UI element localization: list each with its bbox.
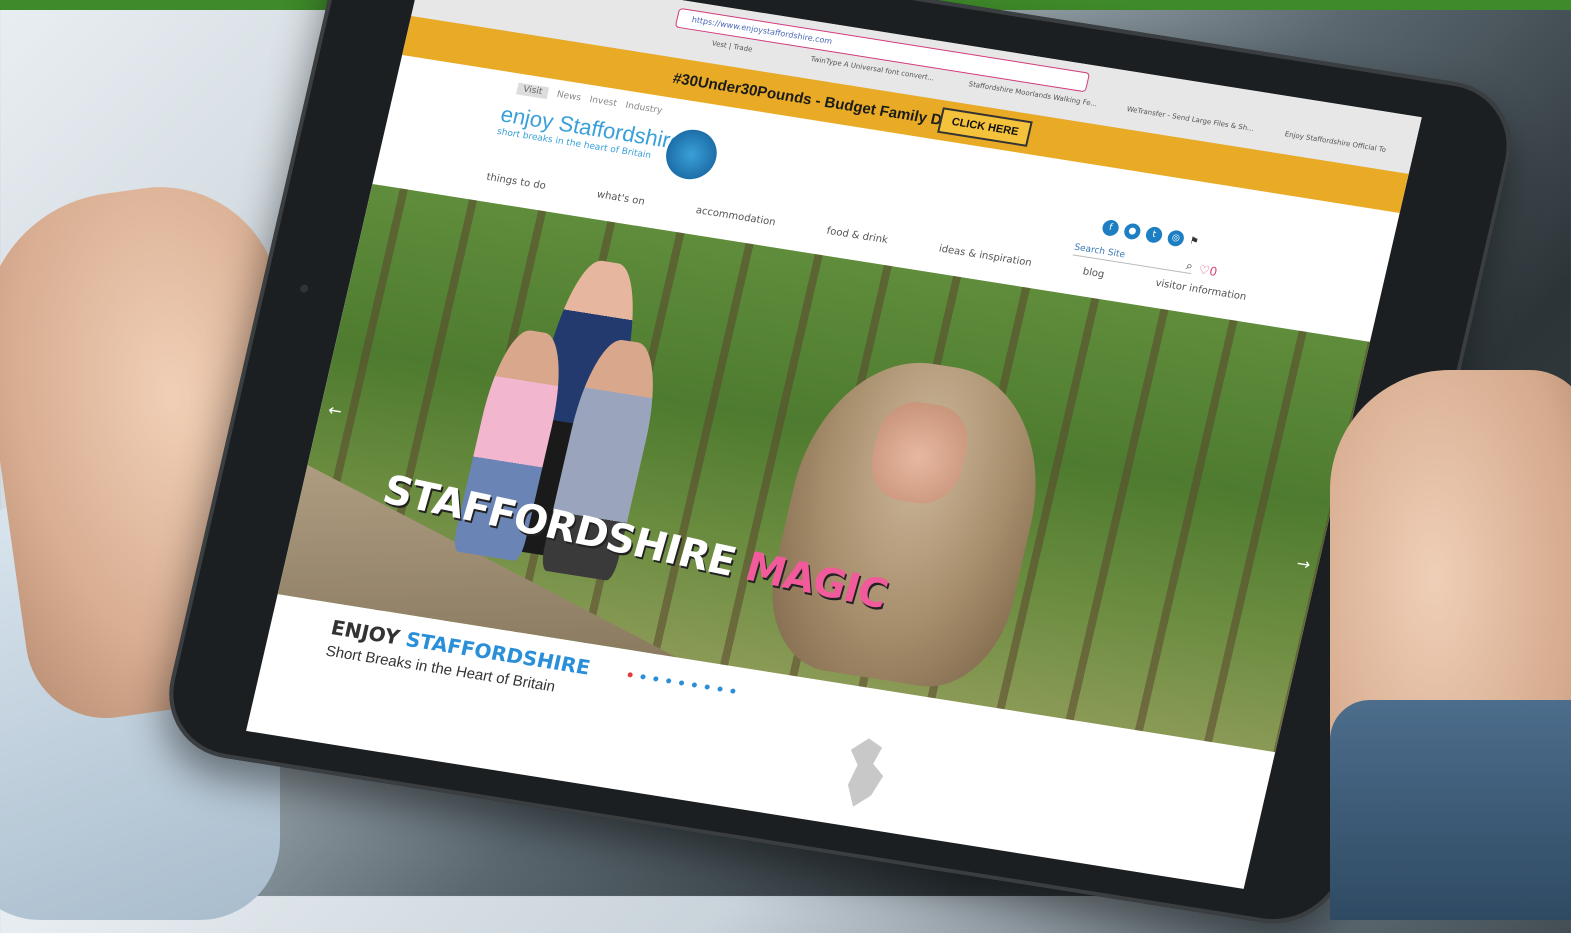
right-sleeve [1330, 700, 1571, 920]
carousel-dot[interactable] [627, 671, 634, 678]
carousel-dots [627, 671, 736, 694]
camera-icon [299, 284, 310, 294]
facebook-icon[interactable]: f [1100, 218, 1121, 238]
audience-link-news[interactable]: News [556, 90, 582, 104]
bookmark-item[interactable]: Vest | Trade [711, 39, 753, 53]
nav-whats-on[interactable]: what's on [596, 189, 646, 207]
tablet-device: https://www.enjoystaffordshire.com Vest … [155, 0, 1525, 933]
language-flag-icon[interactable]: ⚑ [1188, 235, 1199, 247]
tablet-screen: https://www.enjoystaffordshire.com Vest … [246, 0, 1422, 889]
click-here-button[interactable]: CLICK HERE [937, 107, 1034, 147]
nav-visitor-information[interactable]: visitor information [1154, 278, 1247, 303]
audience-link-industry[interactable]: Industry [624, 101, 663, 117]
carousel-dot[interactable] [665, 678, 672, 684]
carousel-dot[interactable] [652, 676, 659, 682]
nav-accommodation[interactable]: accommodation [695, 205, 777, 228]
carousel-dot[interactable] [678, 680, 685, 686]
carousel-dot[interactable] [691, 682, 698, 688]
twitter-icon[interactable]: t [1144, 225, 1164, 244]
audience-link-visit[interactable]: Visit [515, 82, 550, 100]
audience-link-invest[interactable]: Invest [589, 95, 618, 109]
browser-tab[interactable]: Enjoy Staffordshire Official To [1284, 130, 1387, 154]
nav-blog[interactable]: blog [1082, 266, 1106, 280]
nav-ideas-inspiration[interactable]: ideas & inspiration [938, 244, 1033, 269]
carousel-dot[interactable] [639, 674, 647, 680]
macaque-face [863, 396, 976, 509]
instagram-icon[interactable]: ◎ [1166, 229, 1186, 248]
browser-chrome: https://www.enjoystaffordshire.com Vest … [410, 0, 1422, 175]
carousel-dot[interactable] [704, 684, 711, 690]
nav-food-drink[interactable]: food & drink [826, 226, 889, 246]
britain-map-graphic [833, 735, 898, 811]
messenger-icon[interactable]: ● [1122, 222, 1143, 241]
search-icon[interactable]: ⌕ [1184, 258, 1195, 274]
nav-things-to-do[interactable]: things to do [485, 172, 547, 192]
social-links: f ● t ◎ ⚑ [1100, 218, 1200, 250]
carousel-dot[interactable] [717, 686, 724, 692]
search-placeholder: Search Site [1073, 242, 1126, 261]
favourites-icon[interactable]: ♡0 [1197, 262, 1218, 279]
carousel-dot[interactable] [729, 688, 736, 694]
favourites-count: 0 [1207, 264, 1219, 280]
bookmark-item[interactable]: WeTransfer - Send Large Files & Sh... [1126, 105, 1255, 133]
